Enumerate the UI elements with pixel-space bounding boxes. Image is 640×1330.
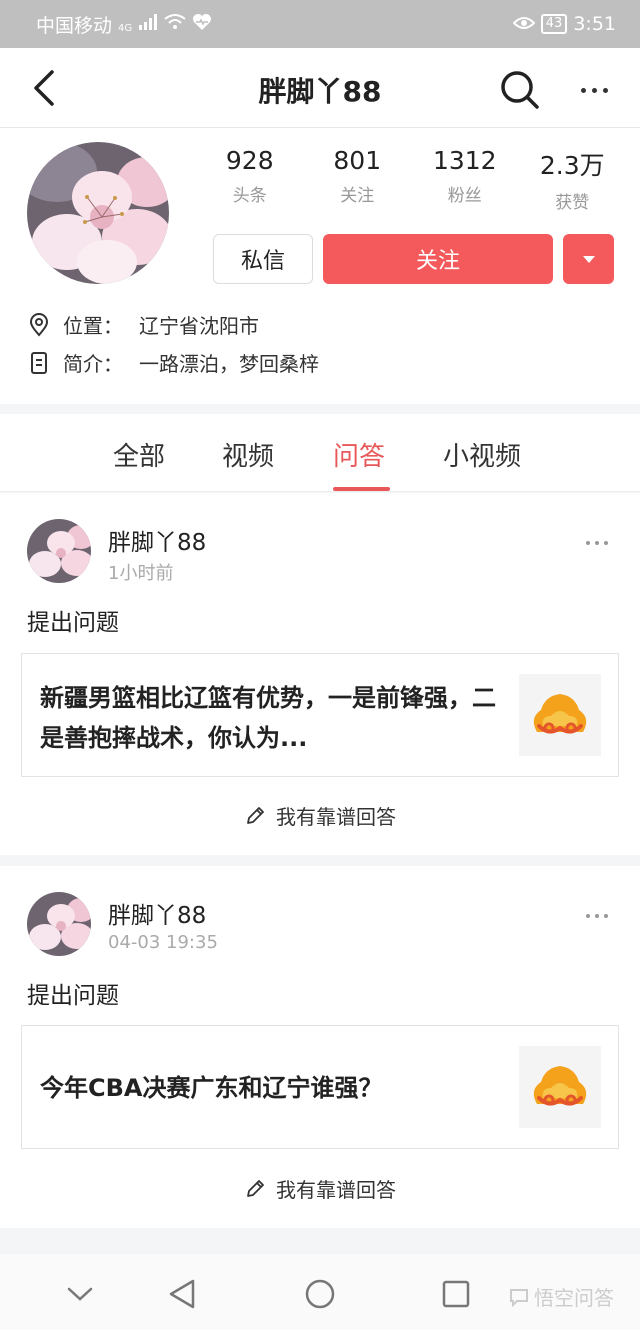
location-value: 辽宁省沈阳市 (139, 314, 259, 338)
document-icon (27, 351, 51, 375)
status-bar: 中国移动 4G 43 3:51 (0, 0, 640, 48)
post-author-name[interactable]: 胖脚丫88 (108, 523, 206, 557)
tab-video[interactable]: 视频 (222, 436, 274, 473)
stat-label: 获赞 (555, 193, 590, 213)
search-icon (501, 71, 539, 109)
wukong-logo-icon (519, 1046, 601, 1128)
avatar[interactable] (27, 142, 169, 284)
wifi-icon (164, 13, 186, 35)
post-author-avatar[interactable] (27, 519, 91, 583)
post-more-button[interactable] (586, 541, 608, 545)
signal-icon (138, 13, 158, 35)
more-dot (595, 914, 599, 918)
eye-icon (512, 13, 536, 35)
location-row: 位置： 辽宁省沈阳市 (27, 310, 259, 339)
search-button[interactable] (498, 68, 542, 112)
location-pin-icon (27, 312, 51, 337)
qa-post-card: 胖脚丫88 04-03 19:35 提出问题 今年CBA决赛广东和辽宁谁强？ 我… (0, 866, 640, 1228)
post-author-name[interactable]: 胖脚丫88 (108, 896, 206, 930)
nav-recents-button[interactable] (438, 1276, 474, 1312)
more-dot (591, 87, 597, 93)
pencil-icon (247, 806, 264, 824)
more-button[interactable] (572, 68, 616, 112)
follow-button[interactable]: 关注 (323, 234, 553, 284)
more-dot (595, 541, 599, 545)
triangle-back-icon (169, 1279, 195, 1309)
flower-avatar-image (27, 142, 169, 284)
stat-value: 1312 (432, 146, 497, 175)
post-author-avatar[interactable] (27, 892, 91, 956)
more-dot (604, 541, 608, 545)
stat-value: 2.3万 (539, 151, 605, 180)
square-recents-icon (442, 1280, 470, 1308)
question-text: 新疆男篮相比辽篮有优势，一是前锋强，二是善抱摔战术，你认为... (40, 684, 496, 752)
active-tab-indicator (333, 487, 390, 491)
nav-back-button[interactable] (164, 1276, 200, 1312)
caret-down-icon (582, 255, 595, 263)
bio-label: 简介： (63, 352, 123, 376)
stat-toutiao[interactable]: 928 头条 (196, 146, 304, 213)
stat-label: 粉丝 (447, 186, 482, 206)
chat-bubble-icon (510, 1288, 528, 1307)
tab-all[interactable]: 全部 (113, 436, 165, 473)
health-icon (192, 13, 212, 36)
pencil-icon (247, 1179, 264, 1197)
status-right: 43 3:51 (512, 13, 616, 35)
stat-value: 928 (225, 146, 274, 175)
stat-label: 关注 (340, 186, 375, 206)
stat-followers[interactable]: 1312 粉丝 (411, 146, 519, 213)
location-label: 位置： (63, 314, 123, 338)
stat-value: 801 (333, 146, 382, 175)
network-type: 4G (118, 22, 133, 34)
watermark-text: 悟空问答 (534, 1286, 614, 1310)
top-nav-bar: 胖脚丫88 (0, 48, 640, 128)
status-left: 中国移动 4G (36, 11, 212, 38)
more-dot (602, 87, 608, 93)
profile-header: 928 头条 801 关注 1312 粉丝 2.3万 获赞 私信 关注 位置： … (0, 128, 640, 404)
question-text: 今年CBA决赛广东和辽宁谁强？ (40, 1074, 383, 1102)
chevron-left-icon (34, 70, 54, 106)
circle-home-icon (305, 1279, 335, 1309)
profile-stats: 928 头条 801 关注 1312 粉丝 2.3万 获赞 (196, 146, 626, 213)
post-time: 04-03 19:35 (108, 932, 218, 953)
answer-label: 我有靠谱回答 (276, 805, 396, 829)
more-dot (604, 914, 608, 918)
post-action-text: 提出问题 (27, 983, 119, 1009)
more-dot (586, 541, 590, 545)
bio-row: 简介： 一路漂泊，梦回桑梓 (27, 348, 319, 377)
stat-likes[interactable]: 2.3万 获赞 (519, 146, 627, 213)
stat-following[interactable]: 801 关注 (304, 146, 412, 213)
wukong-watermark: 悟空问答 (508, 1282, 614, 1311)
nav-home-button[interactable] (302, 1276, 338, 1312)
clock: 3:51 (573, 13, 616, 35)
tab-qa[interactable]: 问答 (333, 436, 385, 473)
flower-avatar-image (27, 519, 91, 583)
page-title: 胖脚丫88 (258, 75, 382, 108)
answer-label: 我有靠谱回答 (276, 1178, 396, 1202)
nav-collapse-button[interactable] (62, 1276, 98, 1312)
follow-dropdown-button[interactable] (563, 234, 614, 284)
battery-icon: 43 (540, 14, 568, 34)
message-button[interactable]: 私信 (213, 234, 313, 284)
stat-label: 头条 (232, 186, 267, 206)
wukong-logo-icon (519, 674, 601, 756)
bio-value: 一路漂泊，梦回桑梓 (139, 352, 319, 376)
carrier-label: 中国移动 (36, 14, 113, 37)
more-dot (586, 914, 590, 918)
flower-avatar-image (27, 892, 91, 956)
back-button[interactable] (22, 66, 66, 110)
content-tabs: 全部 视频 问答 小视频 (0, 414, 640, 492)
question-box[interactable]: 新疆男篮相比辽篮有优势，一是前锋强，二是善抱摔战术，你认为... (21, 653, 619, 777)
chevron-down-icon (67, 1287, 93, 1301)
answer-button[interactable]: 我有靠谱回答 (0, 1174, 640, 1203)
tab-short-video[interactable]: 小视频 (443, 436, 521, 473)
system-nav-bar: 悟空问答 (0, 1254, 640, 1330)
more-dot (580, 87, 586, 93)
post-more-button[interactable] (586, 914, 608, 918)
post-time: 1小时前 (108, 563, 174, 584)
post-action-text: 提出问题 (27, 610, 119, 636)
answer-button[interactable]: 我有靠谱回答 (0, 801, 640, 830)
qa-post-card: 胖脚丫88 1小时前 提出问题 新疆男篮相比辽篮有优势，一是前锋强，二是善抱摔战… (0, 493, 640, 855)
question-box[interactable]: 今年CBA决赛广东和辽宁谁强？ (21, 1025, 619, 1149)
